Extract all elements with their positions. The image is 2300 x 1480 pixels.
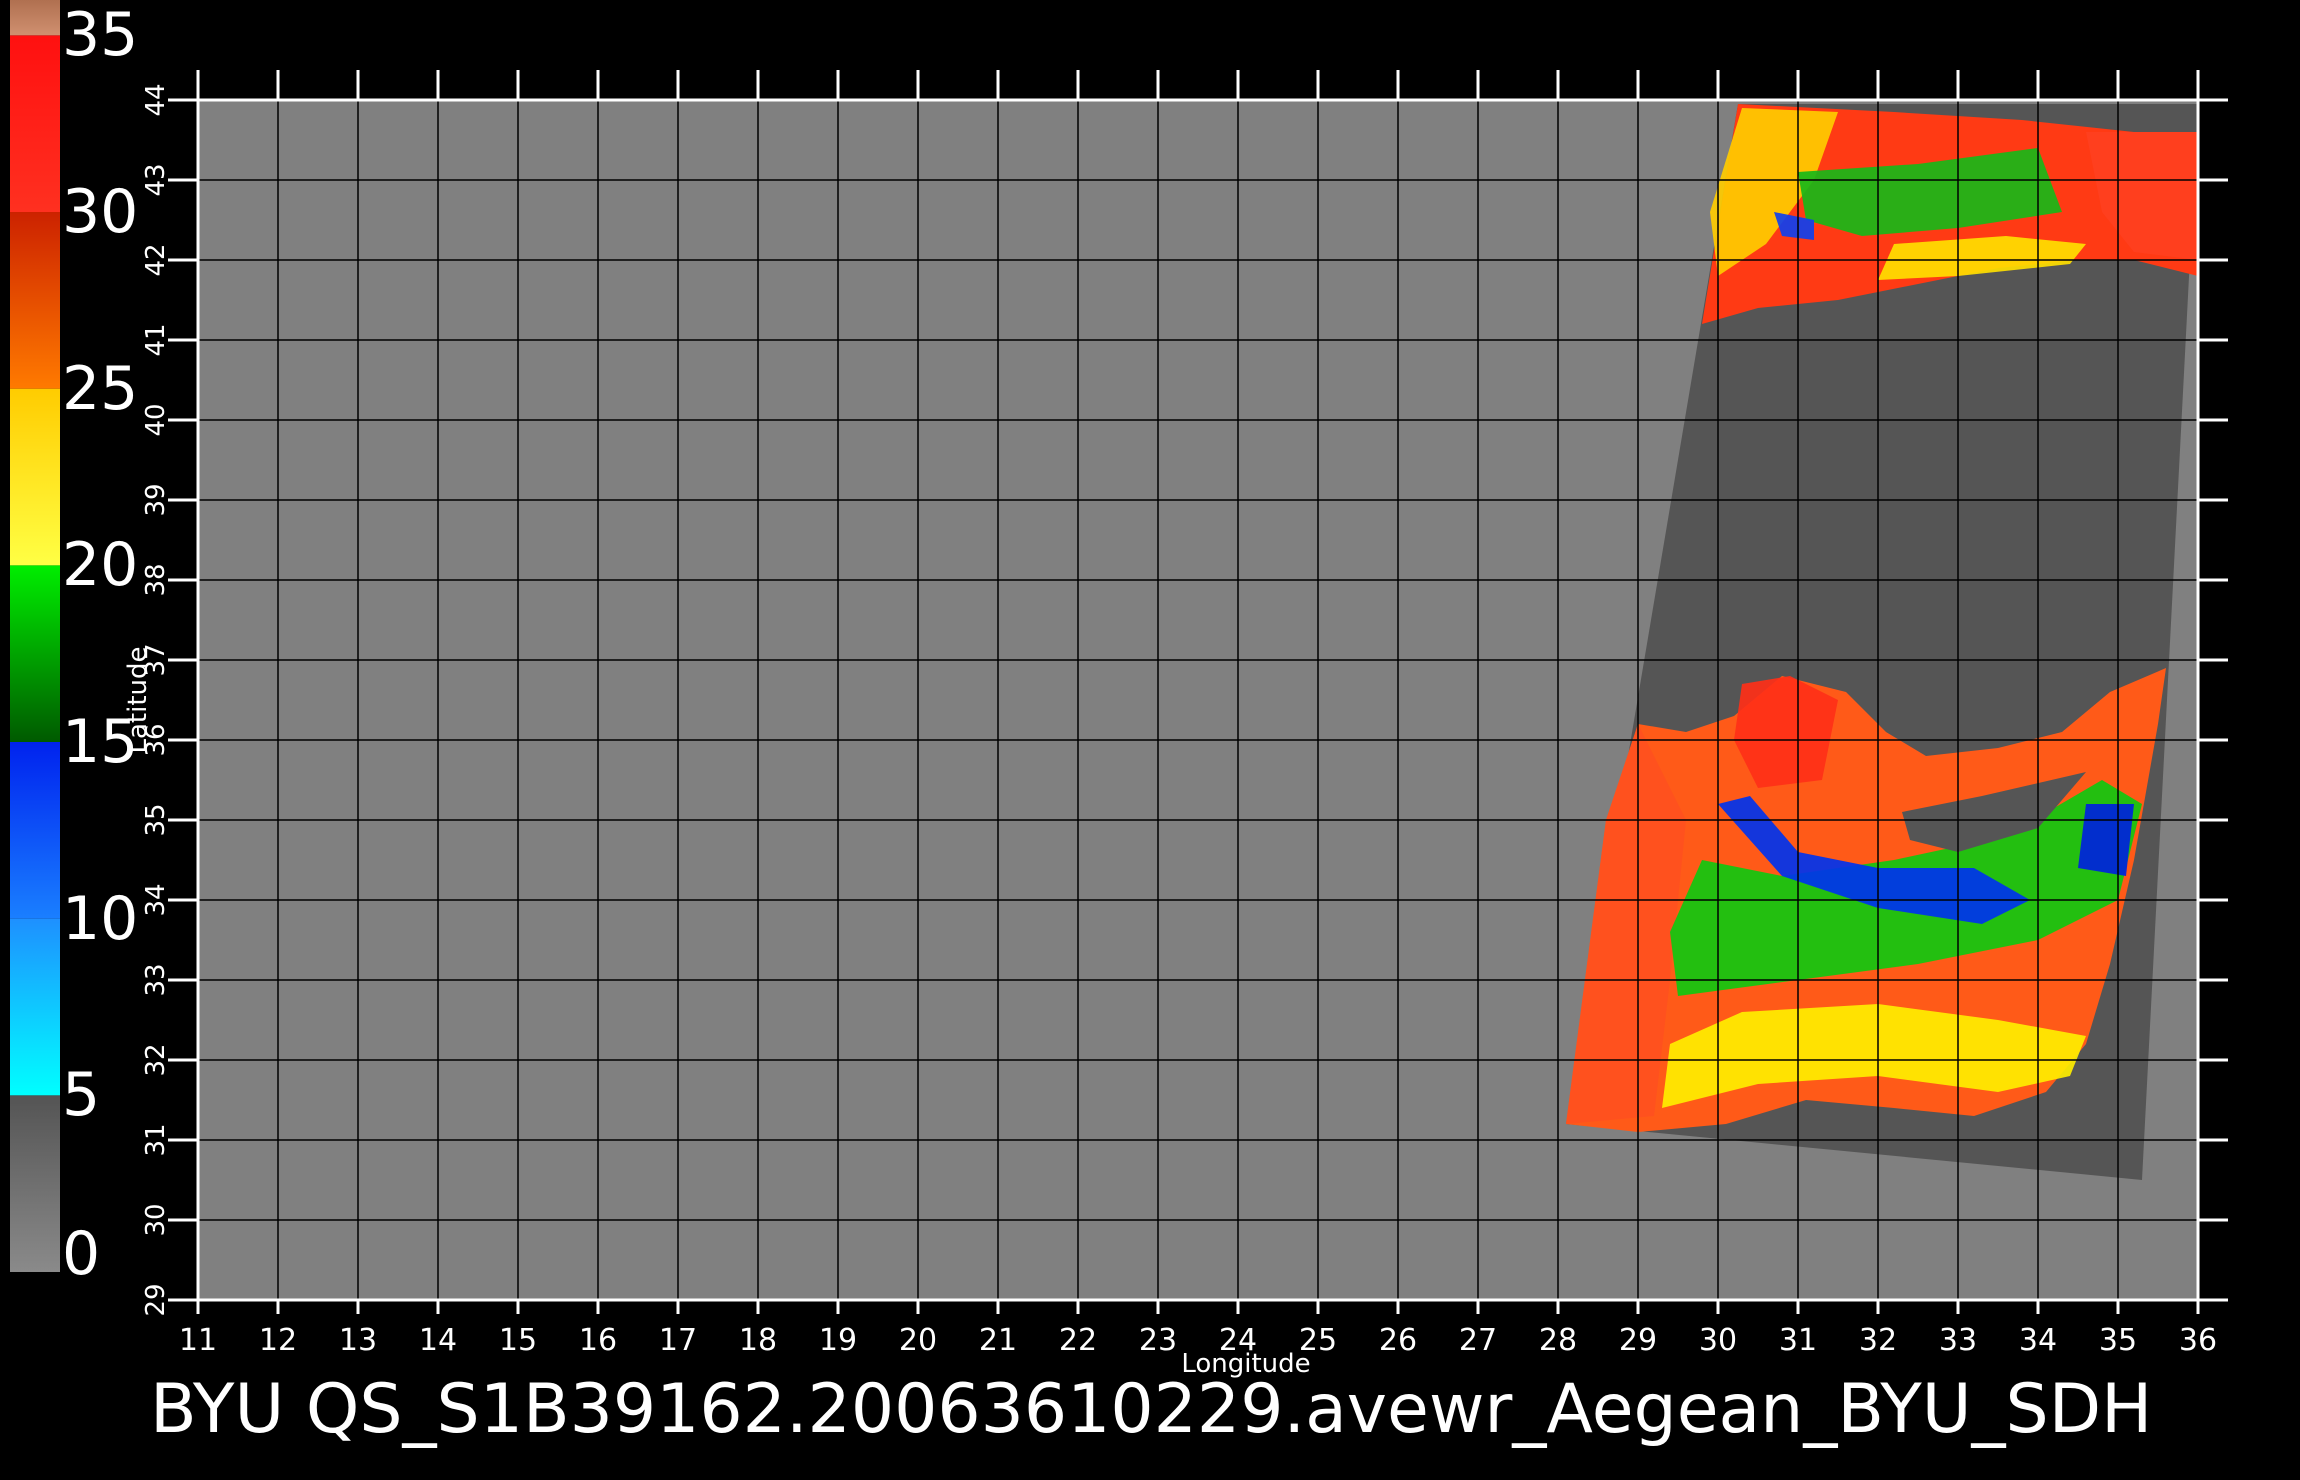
latitude-tick-label: 42 — [141, 243, 171, 276]
latitude-tick-label: 35 — [141, 803, 171, 836]
longitude-tick-label: 14 — [419, 1323, 457, 1358]
y-axis-label: Latitude — [123, 646, 153, 753]
latitude-tick-label: 39 — [141, 483, 171, 516]
longitude-tick-label: 34 — [2019, 1323, 2057, 1358]
latitude-tick-label: 29 — [141, 1283, 171, 1316]
longitude-tick-label: 20 — [899, 1323, 937, 1358]
longitude-tick-label: 12 — [259, 1323, 297, 1358]
latitude-tick-label: 33 — [141, 963, 171, 996]
latitude-tick-label: 30 — [141, 1203, 171, 1236]
longitude-tick-label: 23 — [1139, 1323, 1177, 1358]
latitude-tick-label: 34 — [141, 883, 171, 916]
longitude-tick-label: 18 — [739, 1323, 777, 1358]
longitude-tick-label: 27 — [1459, 1323, 1497, 1358]
longitude-tick-label: 33 — [1939, 1323, 1977, 1358]
image-caption: BYU QS_S1B39162.20063610229.avewr_Aegean… — [150, 1370, 2153, 1449]
longitude-tick-label: 21 — [979, 1323, 1017, 1358]
wind-speed-region — [2078, 804, 2134, 876]
latitude-tick-label: 44 — [141, 83, 171, 116]
longitude-tick-label: 36 — [2179, 1323, 2217, 1358]
longitude-tick-label: 15 — [499, 1323, 537, 1358]
latitude-tick-label: 31 — [141, 1123, 171, 1156]
longitude-tick-label: 22 — [1059, 1323, 1097, 1358]
longitude-tick-label: 35 — [2099, 1323, 2137, 1358]
latitude-tick-label: 32 — [141, 1043, 171, 1076]
longitude-tick-label: 29 — [1619, 1323, 1657, 1358]
longitude-tick-label: 11 — [179, 1323, 217, 1358]
longitude-tick-label: 31 — [1779, 1323, 1817, 1358]
latitude-tick-label: 41 — [141, 323, 171, 356]
wind-map-plot: 11 12 13 14 15 16 17 18 19 20 21 22 23 24 25 26 27 28 29 30… — [123, 70, 2228, 1379]
latitude-tick-label: 43 — [141, 163, 171, 196]
longitude-tick-label: 30 — [1699, 1323, 1737, 1358]
longitude-tick-label: 26 — [1379, 1323, 1417, 1358]
latitude-tick-label: 38 — [141, 563, 171, 596]
longitude-tick-label: 32 — [1859, 1323, 1897, 1358]
longitude-tick-label: 17 — [659, 1323, 697, 1358]
longitude-tick-label: 19 — [819, 1323, 857, 1358]
longitude-tick-label: 13 — [339, 1323, 377, 1358]
longitude-tick-label: 28 — [1539, 1323, 1577, 1358]
longitude-tick-label: 16 — [579, 1323, 617, 1358]
latitude-tick-label: 40 — [141, 403, 171, 436]
